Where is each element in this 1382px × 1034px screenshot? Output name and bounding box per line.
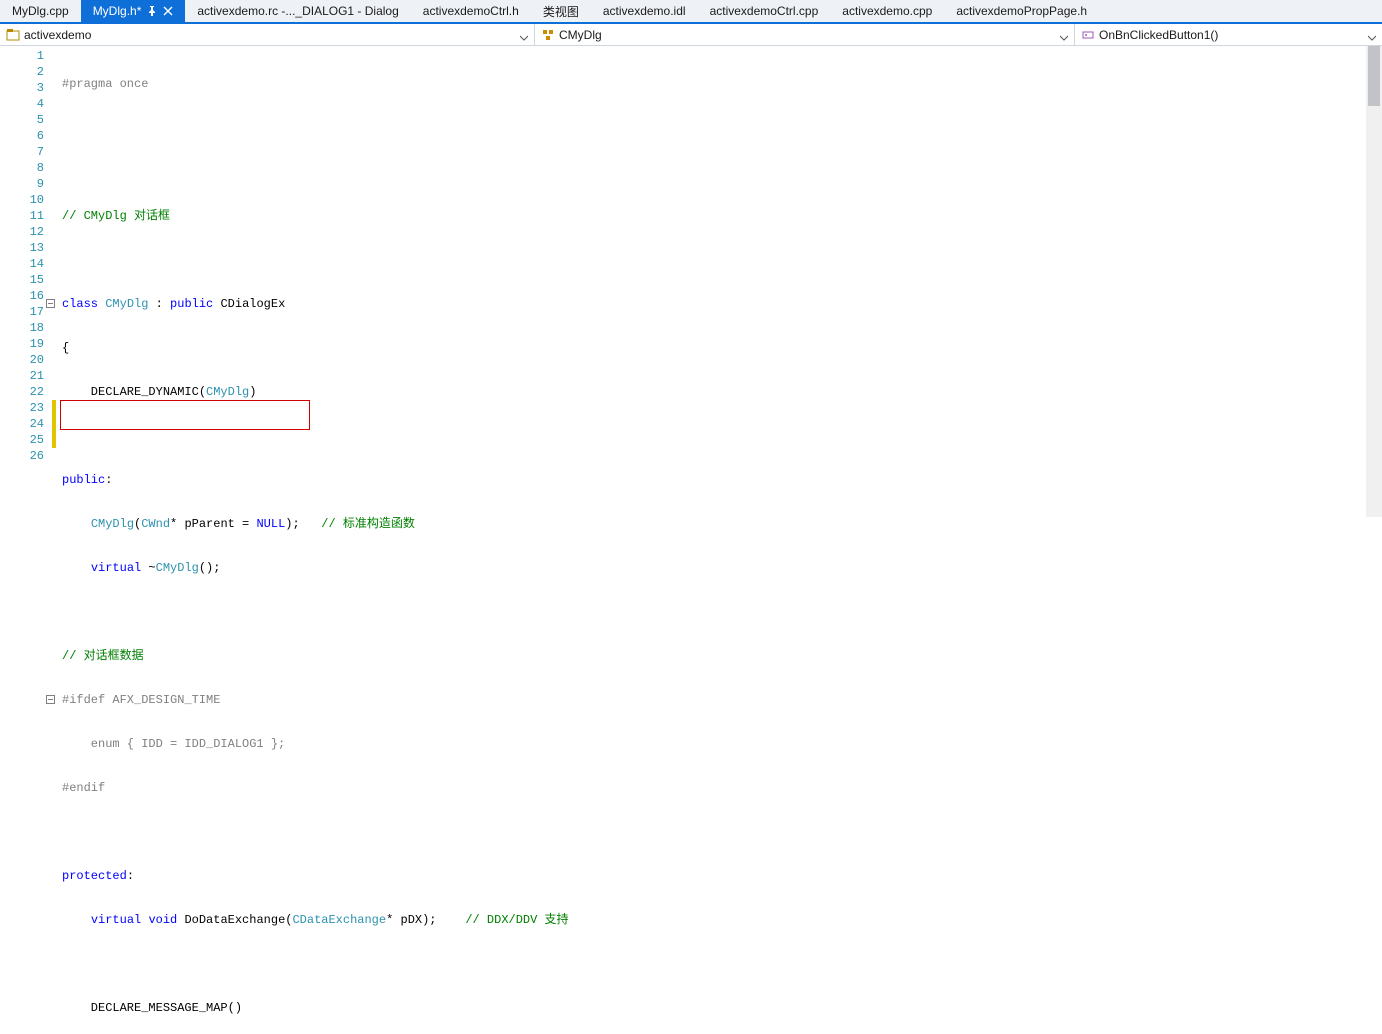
- nav-project-dropdown[interactable]: activexdemo: [0, 24, 535, 45]
- tab-activexdemoctrl-cpp[interactable]: activexdemoCtrl.cpp: [698, 0, 831, 22]
- nav-member-label: OnBnClickedButton1(): [1099, 28, 1218, 42]
- tab-classview[interactable]: 类视图: [531, 0, 591, 22]
- chevron-down-icon: [1368, 31, 1376, 39]
- glyph-margin: [0, 46, 14, 517]
- nav-bar: activexdemo CMyDlg OnBnClickedButton1(): [0, 24, 1382, 46]
- nav-project-label: activexdemo: [24, 28, 91, 42]
- close-icon[interactable]: [163, 6, 173, 16]
- tab-activexdemoctrl-h[interactable]: activexdemoCtrl.h: [411, 0, 531, 22]
- method-icon: [1081, 28, 1095, 42]
- tab-activexdemo-cpp[interactable]: activexdemo.cpp: [830, 0, 944, 22]
- tab-activexdemo-rc[interactable]: activexdemo.rc -..._DIALOG1 - Dialog: [185, 0, 410, 22]
- fold-icon[interactable]: [46, 299, 55, 308]
- nav-class-dropdown[interactable]: CMyDlg: [535, 24, 1075, 45]
- tab-activexdemoproppage-h[interactable]: activexdemoPropPage.h: [944, 0, 1099, 22]
- fold-icon[interactable]: [46, 695, 55, 704]
- tab-bar: MyDlg.cpp MyDlg.h* activexdemo.rc -..._D…: [0, 0, 1382, 24]
- tab-mydlg-h[interactable]: MyDlg.h*: [81, 0, 186, 22]
- chevron-down-icon: [1060, 31, 1068, 39]
- code-area[interactable]: #pragma once // CMyDlg 对话框 class CMyDlg …: [56, 46, 1382, 517]
- class-icon: [541, 28, 555, 42]
- project-icon: [6, 28, 20, 42]
- line-number-gutter: 1234567891011121314151617181920212223242…: [14, 46, 52, 517]
- nav-member-dropdown[interactable]: OnBnClickedButton1(): [1075, 24, 1382, 45]
- scrollbar-thumb[interactable]: [1368, 46, 1380, 106]
- code-editor[interactable]: 1234567891011121314151617181920212223242…: [0, 46, 1382, 517]
- nav-class-label: CMyDlg: [559, 28, 602, 42]
- pin-icon[interactable]: [147, 6, 157, 16]
- tab-mydlg-cpp[interactable]: MyDlg.cpp: [0, 0, 81, 22]
- annotation-box: [60, 400, 310, 430]
- tab-activexdemo-idl[interactable]: activexdemo.idl: [591, 0, 698, 22]
- vertical-scrollbar[interactable]: [1366, 46, 1382, 517]
- chevron-down-icon: [520, 31, 528, 39]
